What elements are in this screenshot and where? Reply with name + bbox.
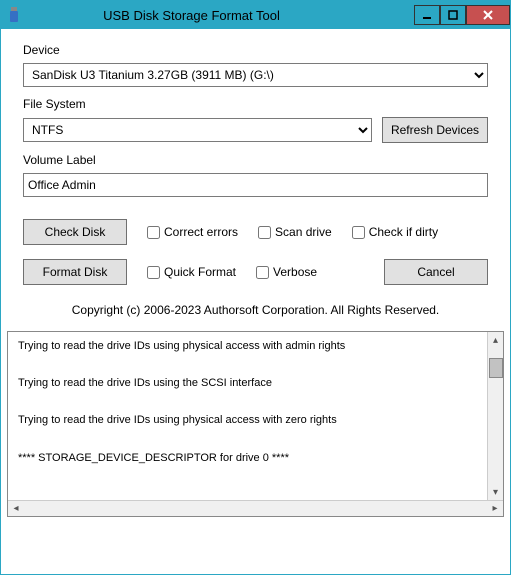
client-area: Device SanDisk U3 Titanium 3.27GB (3911 … xyxy=(1,29,510,331)
window-buttons xyxy=(414,5,510,25)
log-line: Trying to read the drive IDs using physi… xyxy=(18,340,477,353)
scroll-left-icon[interactable]: ◂ xyxy=(8,503,24,514)
check-if-dirty-checkbox[interactable]: Check if dirty xyxy=(352,225,438,239)
refresh-button[interactable]: Refresh Devices xyxy=(382,117,488,143)
volume-label-input[interactable] xyxy=(23,173,488,197)
device-select[interactable]: SanDisk U3 Titanium 3.27GB (3911 MB) (G:… xyxy=(23,63,488,87)
vertical-scrollbar[interactable]: ▴ ▾ xyxy=(487,332,503,500)
usb-icon xyxy=(7,7,21,23)
log-panel: Trying to read the drive IDs using physi… xyxy=(7,331,504,517)
log-textarea[interactable]: Trying to read the drive IDs using physi… xyxy=(8,332,487,500)
horizontal-scrollbar[interactable]: ◂ ▸ xyxy=(8,500,503,516)
filesystem-select[interactable]: NTFS xyxy=(23,118,372,142)
titlebar[interactable]: USB Disk Storage Format Tool xyxy=(1,1,510,29)
maximize-button[interactable] xyxy=(440,5,466,25)
scroll-right-icon[interactable]: ▸ xyxy=(487,503,503,514)
scroll-down-icon[interactable]: ▾ xyxy=(488,484,503,500)
copyright-text: Copyright (c) 2006-2023 Authorsoft Corpo… xyxy=(23,303,488,317)
device-label: Device xyxy=(23,43,488,57)
log-line: Trying to read the drive IDs using physi… xyxy=(18,414,477,427)
check-disk-button[interactable]: Check Disk xyxy=(23,219,127,245)
quick-format-checkbox[interactable]: Quick Format xyxy=(147,265,236,279)
minimize-button[interactable] xyxy=(414,5,440,25)
log-line: **** STORAGE_DEVICE_DESCRIPTOR for drive… xyxy=(18,452,477,465)
scan-drive-checkbox[interactable]: Scan drive xyxy=(258,225,332,239)
format-disk-button[interactable]: Format Disk xyxy=(23,259,127,285)
filesystem-label: File System xyxy=(23,97,488,111)
scroll-up-icon[interactable]: ▴ xyxy=(488,332,503,348)
window-title: USB Disk Storage Format Tool xyxy=(29,8,414,23)
verbose-checkbox[interactable]: Verbose xyxy=(256,265,317,279)
log-line: Trying to read the drive IDs using the S… xyxy=(18,377,477,390)
scroll-thumb[interactable] xyxy=(489,358,503,378)
volume-label-label: Volume Label xyxy=(23,153,488,167)
close-button[interactable] xyxy=(466,5,510,25)
cancel-button[interactable]: Cancel xyxy=(384,259,488,285)
correct-errors-checkbox[interactable]: Correct errors xyxy=(147,225,238,239)
